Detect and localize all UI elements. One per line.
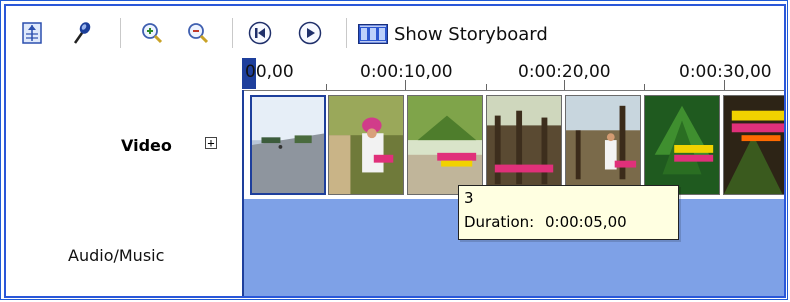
audio-music-track-label: Audio/Music bbox=[68, 246, 165, 265]
video-clip[interactable] bbox=[723, 95, 784, 195]
ruler-tick bbox=[564, 80, 565, 90]
film-strip-icon bbox=[358, 24, 388, 44]
toolbar-separator bbox=[120, 18, 121, 48]
toolbar-separator bbox=[346, 18, 347, 48]
play-button[interactable] bbox=[298, 21, 322, 45]
ruler-tick bbox=[405, 80, 406, 90]
ruler-tick bbox=[486, 84, 487, 90]
play-icon bbox=[298, 21, 322, 45]
video-track[interactable] bbox=[244, 91, 784, 198]
ruler-label: 00,00 bbox=[245, 62, 294, 82]
zoom-out-icon bbox=[188, 23, 209, 44]
ruler-label: 0:00:20,00 bbox=[518, 62, 611, 82]
audio-levels-icon bbox=[22, 22, 42, 44]
video-clip[interactable] bbox=[486, 95, 562, 195]
ruler-tick bbox=[326, 84, 327, 90]
video-clip[interactable] bbox=[644, 95, 720, 195]
rewind-button[interactable] bbox=[248, 21, 272, 45]
ruler-label: 0:00:30,00 bbox=[679, 62, 772, 82]
show-storyboard-button[interactable]: Show Storyboard bbox=[356, 18, 566, 48]
ruler-label: 0:00:10,00 bbox=[360, 62, 453, 82]
ruler-tick bbox=[724, 80, 725, 90]
clip-thumbnail bbox=[329, 96, 403, 194]
show-storyboard-label: Show Storyboard bbox=[394, 24, 548, 45]
clip-thumbnail bbox=[566, 96, 640, 194]
clip-thumbnail bbox=[645, 96, 719, 194]
set-audio-levels-button[interactable] bbox=[20, 21, 44, 45]
clip-thumbnail bbox=[252, 97, 324, 193]
narrate-timeline-button[interactable] bbox=[70, 21, 94, 45]
clip-thumbnail bbox=[408, 96, 482, 194]
zoom-out-button[interactable] bbox=[186, 21, 210, 45]
video-clip[interactable] bbox=[565, 95, 641, 195]
ruler-tick bbox=[644, 84, 645, 90]
clip-thumbnail bbox=[724, 96, 784, 194]
tooltip-duration-value: 0:00:05,00 bbox=[544, 213, 627, 231]
skip-back-icon bbox=[248, 21, 272, 45]
expand-video-track-button[interactable]: + bbox=[205, 137, 217, 149]
time-ruler[interactable]: 00,00 0:00:10,00 0:00:20,00 0:00:30,00 bbox=[242, 58, 784, 91]
video-clip[interactable] bbox=[328, 95, 404, 195]
zoom-in-icon bbox=[142, 23, 163, 44]
zoom-in-button[interactable] bbox=[140, 21, 164, 45]
timeline-toolbar: Show Storyboard bbox=[6, 6, 784, 56]
timeline-window: Show Storyboard Video + Audio/Music 00,0… bbox=[0, 0, 788, 300]
video-clip[interactable] bbox=[250, 95, 326, 195]
clip-thumbnail bbox=[487, 96, 561, 194]
microphone-icon bbox=[73, 22, 91, 44]
track-labels-panel: Video + Audio/Music bbox=[6, 56, 242, 296]
tooltip-clip-number: 3 bbox=[464, 189, 474, 207]
timeline-panel: Show Storyboard Video + Audio/Music 00,0… bbox=[4, 4, 786, 298]
tooltip-duration-label: Duration: bbox=[464, 213, 535, 231]
tooltip-duration: Duration: 0:00:05,00 bbox=[464, 213, 627, 231]
video-track-label: Video bbox=[121, 136, 172, 155]
video-clip[interactable] bbox=[407, 95, 483, 195]
toolbar-separator bbox=[232, 18, 233, 48]
clip-tooltip: 3 Duration: 0:00:05,00 bbox=[458, 185, 679, 240]
